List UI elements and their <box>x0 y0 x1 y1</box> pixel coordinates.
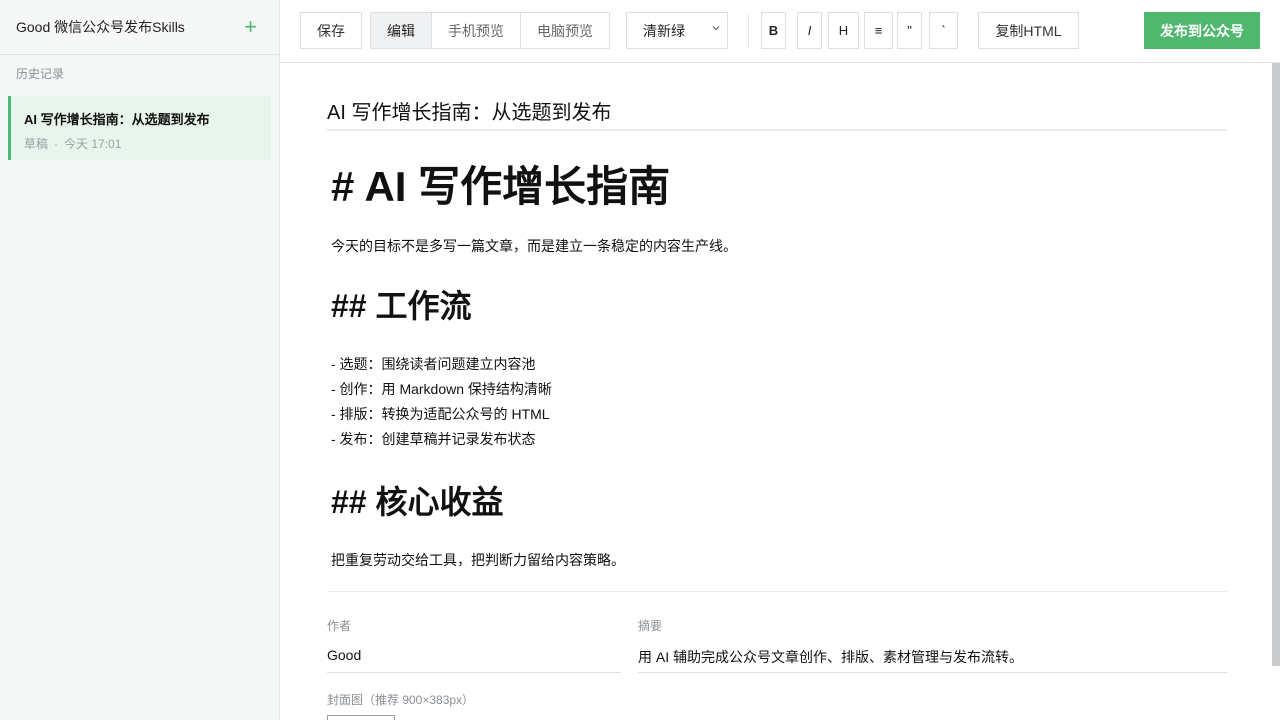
md-benefit: 把重复劳动交给工具，把判断力留给内容策略。 <box>331 552 625 568</box>
code-button[interactable]: ` <box>929 12 958 49</box>
editor-area: AI 写作增长指南：从选题到发布 # AI 写作增长指南 今天的目标不是多写一篇… <box>280 63 1272 720</box>
md-heading-workflow: ## 工作流 <box>331 288 472 324</box>
history-item-meta: 草稿 · 今天 17:01 <box>24 135 258 152</box>
meta-separator: · <box>54 137 59 151</box>
history-item-time: 今天 17:01 <box>64 137 122 151</box>
tab-mobile-preview[interactable]: 手机预览 <box>432 13 521 48</box>
list-button[interactable]: ≡ <box>864 12 893 49</box>
heading-button[interactable]: H <box>828 12 859 49</box>
article-title-input[interactable]: AI 写作增长指南：从选题到发布 <box>327 96 1227 131</box>
add-article-icon[interactable]: + <box>244 16 257 38</box>
list-item: - 排版：转换为适配公众号的 HTML <box>331 406 550 422</box>
chevron-down-icon <box>712 26 720 31</box>
tab-desktop-preview[interactable]: 电脑预览 <box>521 13 609 48</box>
history-item[interactable]: AI 写作增长指南：从选题到发布 草稿 · 今天 17:01 <box>8 96 271 160</box>
toolbar-divider <box>748 14 749 48</box>
history-item-status: 草稿 <box>24 137 49 151</box>
bold-button[interactable]: B <box>761 12 786 49</box>
history-item-title: AI 写作增长指南：从选题到发布 <box>24 112 210 127</box>
copy-html-button[interactable]: 复制HTML <box>978 12 1079 49</box>
editor-scrollbar[interactable] <box>1272 63 1280 666</box>
sidebar-header: Good 微信公众号发布Skills + <box>0 0 279 55</box>
author-label: 作者 <box>327 619 352 633</box>
cover-upload-button[interactable] <box>327 715 395 720</box>
theme-select[interactable]: 清新绿 <box>626 12 728 49</box>
tab-edit[interactable]: 编辑 <box>371 13 432 48</box>
app-title: Good 微信公众号发布Skills <box>16 19 185 35</box>
quote-button[interactable]: " <box>897 12 922 49</box>
italic-button[interactable]: I <box>797 12 822 49</box>
section-divider <box>327 591 1227 592</box>
theme-select-value: 清新绿 <box>643 22 685 39</box>
md-workflow-list: - 选题：围绕读者问题建立内容池 - 创作：用 Markdown 保持结构清晰 … <box>331 352 1221 452</box>
history-section-label: 历史记录 <box>16 67 65 81</box>
toolbar: 保存 编辑 手机预览 电脑预览 清新绿 B I H ≡ " ` 复制HTML 发… <box>280 0 1280 63</box>
list-item: - 选题：围绕读者问题建立内容池 <box>331 356 536 372</box>
md-heading-benefit: ## 核心收益 <box>331 484 504 520</box>
view-mode-switch: 编辑 手机预览 电脑预览 <box>370 12 610 49</box>
save-button[interactable]: 保存 <box>300 12 362 49</box>
list-item: - 发布：创建草稿并记录发布状态 <box>331 431 536 447</box>
markdown-editor[interactable]: # AI 写作增长指南 今天的目标不是多写一篇文章，而是建立一条稳定的内容生产线… <box>331 159 1221 570</box>
md-heading-1: # AI 写作增长指南 <box>331 163 671 210</box>
summary-input[interactable]: 用 AI 辅助完成公众号文章创作、排版、素材管理与发布流转。 <box>638 647 1227 673</box>
summary-label: 摘要 <box>638 619 663 633</box>
author-input[interactable]: Good <box>327 647 621 673</box>
cover-label: 封面图（推荐 900×383px） <box>327 693 475 707</box>
list-item: - 创作：用 Markdown 保持结构清晰 <box>331 381 552 397</box>
sidebar: Good 微信公众号发布Skills + 历史记录 AI 写作增长指南：从选题到… <box>0 0 280 720</box>
md-intro: 今天的目标不是多写一篇文章，而是建立一条稳定的内容生产线。 <box>331 238 737 254</box>
publish-button[interactable]: 发布到公众号 <box>1144 12 1260 49</box>
